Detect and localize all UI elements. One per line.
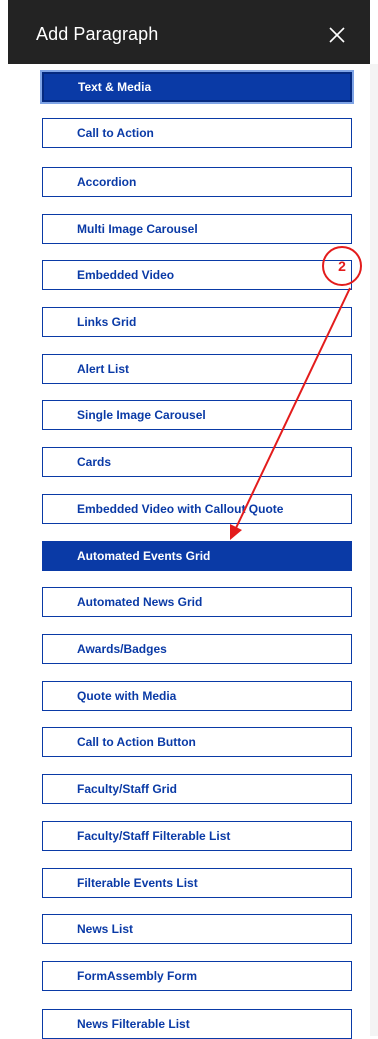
annotation-marker-label: 2 [338, 258, 346, 274]
scrollbar[interactable] [370, 64, 378, 1036]
paragraph-type-single-image-carousel[interactable]: Single Image Carousel [42, 400, 352, 430]
paragraph-type-list: Text & Media Call to Action Accordion Mu… [8, 64, 370, 1039]
paragraph-type-embedded-video[interactable]: Embedded Video [42, 260, 352, 290]
paragraph-type-news-list[interactable]: News List [42, 914, 352, 944]
add-paragraph-dialog: Add Paragraph Text & Media Call to Actio… [8, 0, 378, 1039]
paragraph-type-accordion[interactable]: Accordion [42, 167, 352, 197]
dialog-titlebar: Add Paragraph [8, 0, 370, 64]
dialog-title: Add Paragraph [36, 24, 159, 44]
paragraph-type-call-to-action-button[interactable]: Call to Action Button [42, 727, 352, 757]
paragraph-type-embedded-video-callout-quote[interactable]: Embedded Video with Callout Quote [42, 494, 352, 524]
paragraph-type-automated-events-grid[interactable]: Automated Events Grid [42, 541, 352, 571]
paragraph-type-text-media[interactable]: Text & Media [42, 72, 352, 102]
paragraph-type-faculty-staff-filterable-list[interactable]: Faculty/Staff Filterable List [42, 821, 352, 851]
paragraph-type-alert-list[interactable]: Alert List [42, 354, 352, 384]
paragraph-type-links-grid[interactable]: Links Grid [42, 307, 352, 337]
paragraph-type-faculty-staff-grid[interactable]: Faculty/Staff Grid [42, 774, 352, 804]
paragraph-type-awards-badges[interactable]: Awards/Badges [42, 634, 352, 664]
paragraph-type-call-to-action[interactable]: Call to Action [42, 118, 352, 148]
paragraph-type-cards[interactable]: Cards [42, 447, 352, 477]
paragraph-type-automated-news-grid[interactable]: Automated News Grid [42, 587, 352, 617]
paragraph-type-formassembly-form[interactable]: FormAssembly Form [42, 961, 352, 991]
paragraph-type-news-filterable-list[interactable]: News Filterable List [42, 1009, 352, 1039]
left-edge [0, 0, 8, 1036]
paragraph-type-filterable-events-list[interactable]: Filterable Events List [42, 868, 352, 898]
close-icon[interactable] [328, 26, 346, 44]
paragraph-type-quote-with-media[interactable]: Quote with Media [42, 681, 352, 711]
paragraph-type-multi-image-carousel[interactable]: Multi Image Carousel [42, 214, 352, 244]
